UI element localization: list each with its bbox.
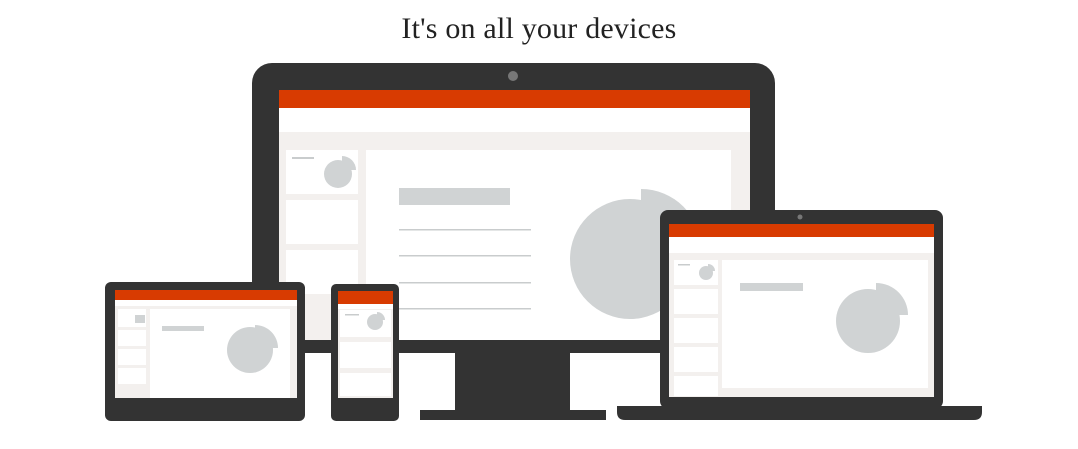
app-ribbon bbox=[115, 290, 297, 300]
slide-text-line bbox=[399, 308, 531, 310]
slide-thumbnail bbox=[674, 289, 718, 314]
camera-dot-icon bbox=[508, 71, 518, 81]
thumbnail-title bbox=[292, 157, 314, 159]
app-toolbar bbox=[669, 237, 934, 253]
slide-text-line bbox=[399, 229, 531, 231]
camera-dot-icon bbox=[797, 214, 803, 220]
monitor-stand-neck bbox=[455, 353, 570, 411]
app-ribbon bbox=[669, 224, 934, 237]
slide-thumbnail bbox=[340, 342, 391, 368]
phone bbox=[331, 284, 399, 421]
app-ribbon bbox=[279, 90, 750, 108]
tablet bbox=[105, 282, 305, 421]
slide-thumbnail bbox=[286, 200, 358, 244]
slide-text-line bbox=[399, 255, 531, 257]
slide-title-placeholder bbox=[345, 314, 359, 316]
slide-title-placeholder bbox=[162, 326, 204, 331]
app-toolbar bbox=[115, 300, 297, 306]
slide-thumbnail bbox=[118, 368, 146, 384]
app-toolbar bbox=[338, 304, 393, 309]
slide-thumbnail bbox=[118, 330, 146, 346]
slide-thumbnail bbox=[674, 347, 718, 372]
thumbnail-title bbox=[678, 264, 690, 266]
slide-thumbnail bbox=[674, 318, 718, 343]
app-ribbon bbox=[338, 291, 393, 304]
laptop bbox=[617, 210, 982, 420]
app-toolbar bbox=[279, 108, 750, 132]
thumbnail-chart bbox=[135, 315, 145, 323]
monitor-stand-base bbox=[420, 410, 606, 420]
slide-thumbnail bbox=[674, 376, 718, 396]
slide-title-placeholder bbox=[740, 283, 803, 291]
slide-text-line bbox=[399, 282, 531, 284]
slide-thumbnail bbox=[118, 349, 146, 365]
devices-illustration bbox=[105, 63, 982, 421]
laptop-base bbox=[617, 406, 982, 420]
slide-title-placeholder bbox=[399, 188, 510, 205]
slide-thumbnail bbox=[340, 373, 391, 396]
